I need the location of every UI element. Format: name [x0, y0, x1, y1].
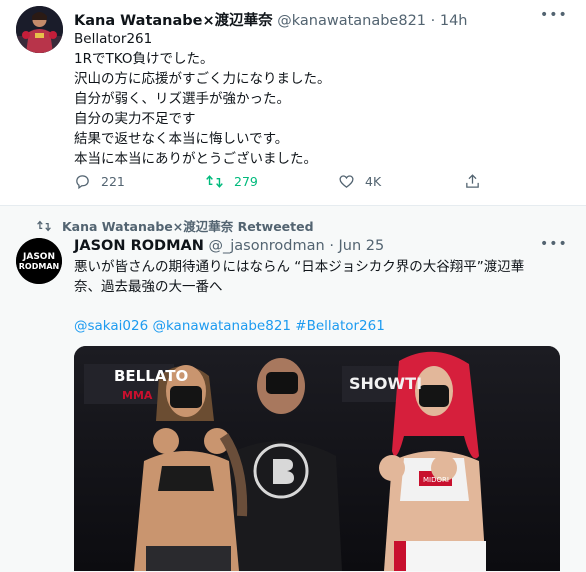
retweeted-by-label[interactable]: Kana Watanabe×渡辺華奈 Retweeted [36, 216, 314, 235]
tweet-mentions-hashtags[interactable]: @sakai026 @kanawatanabe821 #Bellator261 [74, 318, 385, 334]
retweet-button[interactable]: 279 [205, 173, 258, 190]
tweet-photo[interactable]: BELLATO MMA SHOWTI MIDORI [74, 346, 560, 571]
display-name[interactable]: JASON RODMAN [74, 238, 204, 254]
tweet-timestamp[interactable]: · 14h [431, 13, 468, 29]
tweet-line: 自分の実力不足です [74, 111, 196, 127]
avatar-logo-text-2: RODMAN [19, 262, 59, 271]
shorts-logo-text: MIDORI [423, 476, 449, 484]
display-name[interactable]: Kana Watanabe×渡辺華奈 [74, 13, 273, 29]
user-handle[interactable]: @kanawatanabe821 [277, 13, 426, 29]
more-options-icon[interactable]: ••• [540, 7, 568, 23]
reply-count: 221 [101, 174, 125, 189]
share-icon [466, 174, 479, 188]
tweet-line: 悪いが皆さんの期待通りにはならん “日本ジョシカク界の大谷翔平”渡辺華 [74, 259, 525, 275]
fighters-faceoff-image: BELLATO MMA SHOWTI MIDORI [74, 346, 560, 571]
user-avatar[interactable]: JASON RODMAN [16, 238, 62, 284]
user-handle[interactable]: @_jasonrodman [209, 238, 325, 254]
retweet-icon [206, 175, 223, 188]
tweet-line: 1RでTKO負けでした。 [74, 51, 214, 67]
user-photo-icon [16, 6, 63, 53]
jason-rodman-logo-icon: JASON RODMAN [16, 238, 62, 284]
avatar-logo-text-1: JASON [22, 252, 55, 262]
tweet-text: Bellator261 1RでTKO負けでした。 沢山の方に応援がすごく力になり… [74, 29, 331, 169]
tweet-line: Bellator261 [74, 31, 153, 47]
retweeted-by-text: Kana Watanabe×渡辺華奈 Retweeted [62, 219, 314, 234]
tweet-header: Kana Watanabe×渡辺華奈 @kanawatanabe821 · 14… [74, 9, 468, 30]
bellator-mma-text: MMA [122, 389, 153, 402]
tweet-timestamp[interactable]: · Jun 25 [329, 238, 384, 254]
like-button[interactable]: 4K [338, 173, 381, 190]
tweet-line: 自分が弱く、リズ選手が強かった。 [74, 91, 290, 107]
heart-icon [339, 175, 354, 188]
reply-button[interactable]: 221 [74, 173, 125, 190]
retweet-count: 279 [234, 174, 258, 189]
tweet-original[interactable]: Kana Watanabe×渡辺華奈 @kanawatanabe821 · 14… [0, 0, 586, 205]
showtime-banner-text: SHOWTI [349, 374, 422, 393]
tweet-header: JASON RODMAN @_jasonrodman · Jun 25 [74, 238, 384, 254]
reply-icon [76, 175, 89, 190]
retweet-small-icon [37, 220, 51, 231]
share-button[interactable] [464, 173, 481, 190]
more-options-icon[interactable]: ••• [540, 236, 568, 252]
user-avatar[interactable] [16, 6, 63, 53]
like-count: 4K [365, 174, 382, 189]
tweet-line: 沢山の方に応援がすごく力になりました。 [74, 71, 331, 87]
tweet-line: 本当に本当にありがとうございました。 [74, 151, 317, 167]
tweet-line: 結果で返せなく本当に悔しいです。 [74, 131, 289, 147]
tweet-line: 奈、過去最強の大一番へ [74, 279, 223, 295]
tweet-text: 悪いが皆さんの期待通りにはならん “日本ジョシカク界の大谷翔平”渡辺華 奈、過去… [74, 257, 524, 297]
bellator-banner-text: BELLATO [114, 367, 188, 385]
